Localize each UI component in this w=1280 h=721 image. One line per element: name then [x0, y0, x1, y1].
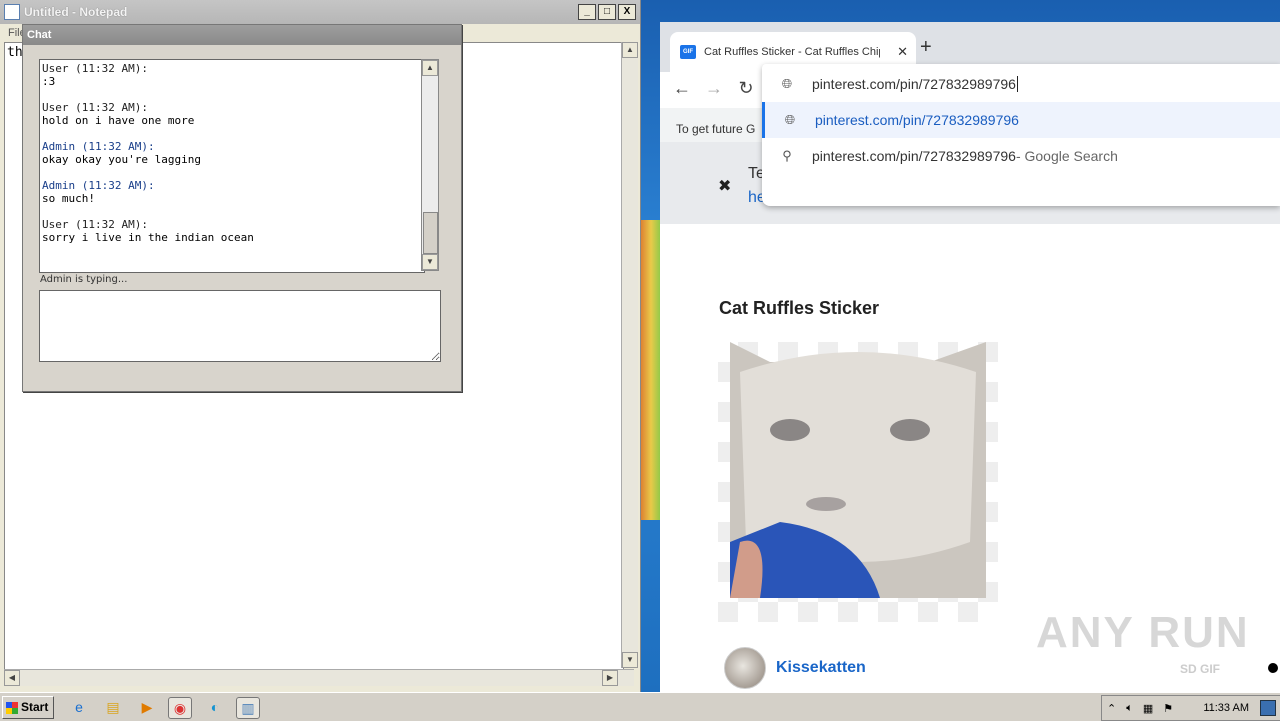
- edge-icon[interactable]: ◐: [204, 697, 226, 717]
- chat-input[interactable]: [39, 290, 441, 362]
- message-sender: Admin (11:32 AM):: [42, 179, 155, 192]
- forward-icon[interactable]: →: [702, 78, 726, 99]
- back-icon[interactable]: ←: [670, 78, 694, 99]
- globe-icon: 🌐︎: [781, 76, 793, 91]
- notepad-vertical-scrollbar[interactable]: ▲ ▼: [621, 42, 638, 668]
- message-text: sorry i live in the indian ocean: [42, 231, 254, 244]
- tab-title: Cat Ruffles Sticker - Cat Ruffles Chip: [704, 46, 880, 58]
- file-explorer-icon[interactable]: ▤: [102, 697, 124, 717]
- show-hidden-icons-icon[interactable]: ⌃: [1107, 702, 1116, 715]
- scroll-thumb[interactable]: [423, 212, 438, 254]
- minimize-button[interactable]: _: [578, 4, 596, 20]
- show-desktop-button[interactable]: [1260, 700, 1276, 716]
- notepad-horizontal-scrollbar[interactable]: ◀ ▶: [4, 669, 634, 686]
- close-icon[interactable]: ✖: [718, 176, 731, 196]
- sticker-image[interactable]: [718, 342, 998, 622]
- scroll-down-icon[interactable]: ▼: [422, 254, 438, 270]
- scroll-right-icon[interactable]: ▶: [602, 670, 618, 686]
- author-row[interactable]: Kissekatten: [724, 647, 866, 689]
- internet-explorer-icon[interactable]: e: [68, 697, 90, 717]
- message-text: hold on i have one more: [42, 114, 195, 127]
- new-tab-button[interactable]: +: [920, 36, 932, 59]
- notepad-titlebar[interactable]: Untitled - Notepad _ □ X: [0, 0, 640, 24]
- taskbar: Start e ▤ ▶ ◉ ◐ ▥ ⌃ 🔈︎ ▦ ⚑ 11:33 AM: [0, 692, 1280, 721]
- suggestion-label: pinterest.com/pin/727832989796: [815, 112, 1019, 128]
- reload-icon[interactable]: ↻: [734, 78, 758, 99]
- typing-status: Admin is typing...: [40, 274, 128, 285]
- omnibox-input[interactable]: 🌐︎ pinterest.com/pin/727832989796: [762, 66, 1280, 102]
- volume-icon[interactable]: 🔈︎: [1126, 702, 1133, 715]
- globe-icon: 🌐︎: [784, 112, 796, 127]
- scroll-down-icon[interactable]: ▼: [622, 652, 638, 668]
- message-sender: User (11:32 AM):: [42, 218, 148, 231]
- notepad-taskbar-icon[interactable]: ▥: [236, 697, 260, 719]
- clock[interactable]: 11:33 AM: [1203, 702, 1249, 714]
- chat-message: User (11:32 AM): hold on i have one more: [42, 101, 422, 127]
- message-sender: Admin (11:32 AM):: [42, 140, 155, 153]
- action-center-flag-icon[interactable]: ⚑: [1163, 702, 1173, 715]
- maximize-button[interactable]: □: [598, 4, 616, 20]
- chat-scrollbar[interactable]: ▲ ▼: [421, 59, 439, 271]
- scroll-up-icon[interactable]: ▲: [422, 60, 438, 76]
- system-tray: ⌃ 🔈︎ ▦ ⚑ 11:33 AM: [1101, 695, 1280, 721]
- chat-message: Admin (11:32 AM): so much!: [42, 179, 422, 205]
- windows-logo-icon: [6, 701, 18, 714]
- page-title: Cat Ruffles Sticker: [719, 298, 880, 318]
- message-text: so much!: [42, 192, 95, 205]
- suggestion-search[interactable]: ⚲ pinterest.com/pin/727832989796 - Googl…: [762, 138, 1280, 174]
- browser-window: GIF Cat Ruffles Sticker - Cat Ruffles Ch…: [660, 22, 1280, 692]
- hd-toggle-icon[interactable]: [1268, 663, 1278, 673]
- suggestion-url[interactable]: 🌐︎ pinterest.com/pin/727832989796: [762, 102, 1280, 138]
- chat-message: User (11:32 AM): sorry i live in the ind…: [42, 218, 422, 244]
- search-icon: ⚲: [782, 148, 792, 163]
- author-name[interactable]: Kissekatten: [776, 659, 866, 677]
- message-text: okay okay you're lagging: [42, 153, 201, 166]
- media-player-icon[interactable]: ▶: [136, 697, 158, 717]
- suggestion-label: pinterest.com/pin/727832989796: [812, 148, 1016, 164]
- omnibox-dropdown: 🌐︎ pinterest.com/pin/727832989796 🌐︎ pin…: [762, 64, 1280, 206]
- chat-message: Admin (11:32 AM): okay okay you're laggi…: [42, 140, 422, 166]
- close-tab-icon[interactable]: ✕: [897, 44, 908, 60]
- chrome-icon[interactable]: ◉: [168, 697, 192, 719]
- text-cursor: [1016, 76, 1018, 92]
- message-sender: User (11:32 AM):: [42, 62, 148, 75]
- anyrun-watermark: ANY RUN: [1036, 608, 1250, 657]
- gif-favicon-icon: GIF: [680, 45, 696, 59]
- notepad-title: Untitled - Notepad: [24, 5, 128, 19]
- scroll-left-icon[interactable]: ◀: [4, 670, 20, 686]
- chat-titlebar[interactable]: Chat: [23, 25, 461, 45]
- desktop-wallpaper-logo: [640, 220, 662, 520]
- cat-sticker-graphic: [730, 342, 986, 598]
- start-label: Start: [21, 700, 49, 714]
- omnibox-text: pinterest.com/pin/727832989796: [812, 76, 1016, 92]
- message-sender: User (11:32 AM):: [42, 101, 148, 114]
- scroll-up-icon[interactable]: ▲: [622, 42, 638, 58]
- message-text: :3: [42, 75, 56, 88]
- chat-message: User (11:32 AM): :3: [42, 62, 422, 88]
- suggestion-hint: - Google Search: [1015, 148, 1118, 164]
- chat-window: Chat User (11:32 AM): :3 User (11:32 AM)…: [22, 24, 462, 392]
- avatar[interactable]: [724, 647, 766, 689]
- chat-message-log: User (11:32 AM): :3 User (11:32 AM): hol…: [39, 59, 425, 273]
- start-button[interactable]: Start: [2, 696, 54, 719]
- close-button[interactable]: X: [618, 4, 636, 20]
- network-icon[interactable]: ▦: [1143, 702, 1153, 715]
- sd-gif-label[interactable]: SD GIF: [1180, 662, 1220, 676]
- notepad-icon: [4, 4, 20, 20]
